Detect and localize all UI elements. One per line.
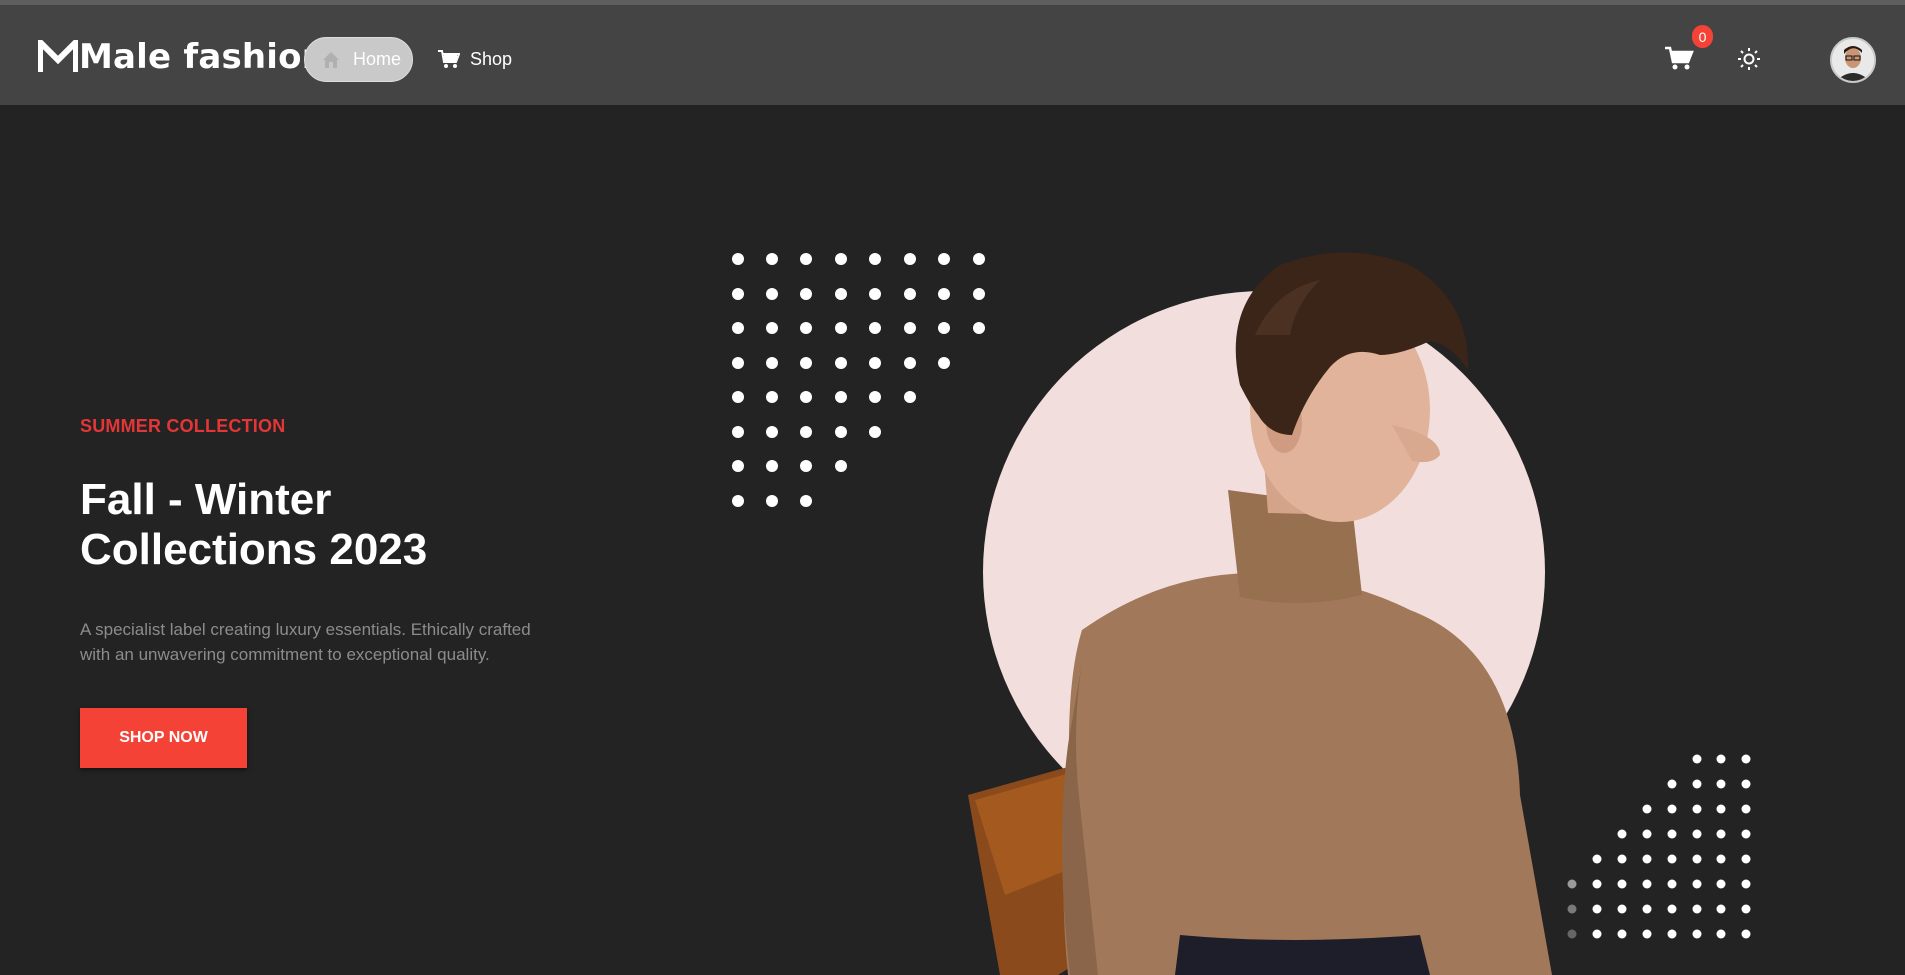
- shop-now-button[interactable]: SHOP NOW: [80, 708, 247, 768]
- cart-icon: [438, 49, 460, 68]
- logo-m-mark: [38, 40, 78, 72]
- hero-section: SUMMER COLLECTION Fall - Winter Collecti…: [0, 105, 1905, 975]
- dot-pattern-top: [732, 253, 985, 507]
- hero-description-line1: A specialist label creating luxury essen…: [80, 620, 531, 639]
- hero-description: A specialist label creating luxury essen…: [80, 617, 560, 667]
- hero-title: Fall - Winter Collections 2023: [80, 475, 540, 575]
- nav-shop[interactable]: Shop: [438, 37, 512, 82]
- home-icon: [323, 51, 339, 68]
- navbar: Male fashion Home Shop 0: [0, 5, 1905, 105]
- user-avatar[interactable]: [1830, 37, 1876, 83]
- hero-title-line1: Fall - Winter: [80, 475, 332, 524]
- header-cart-icon[interactable]: [1664, 43, 1694, 73]
- avatar-image: [1832, 39, 1874, 81]
- dot-pattern-bottom: [1567, 754, 1751, 939]
- hero-title-line2: Collections 2023: [80, 525, 428, 574]
- hero-eyebrow: SUMMER COLLECTION: [80, 416, 286, 436]
- cart-count-badge: 0: [1692, 25, 1713, 48]
- brand-logo[interactable]: Male fashion: [38, 35, 341, 79]
- brand-name: Male fashion: [79, 37, 327, 77]
- sun-icon[interactable]: [1737, 47, 1761, 71]
- hero-description-line2: with an unwavering commitment to excepti…: [80, 645, 490, 664]
- nav-home-label: Home: [353, 49, 402, 69]
- nav-home[interactable]: Home: [304, 37, 413, 82]
- nav-shop-label: Shop: [470, 49, 513, 69]
